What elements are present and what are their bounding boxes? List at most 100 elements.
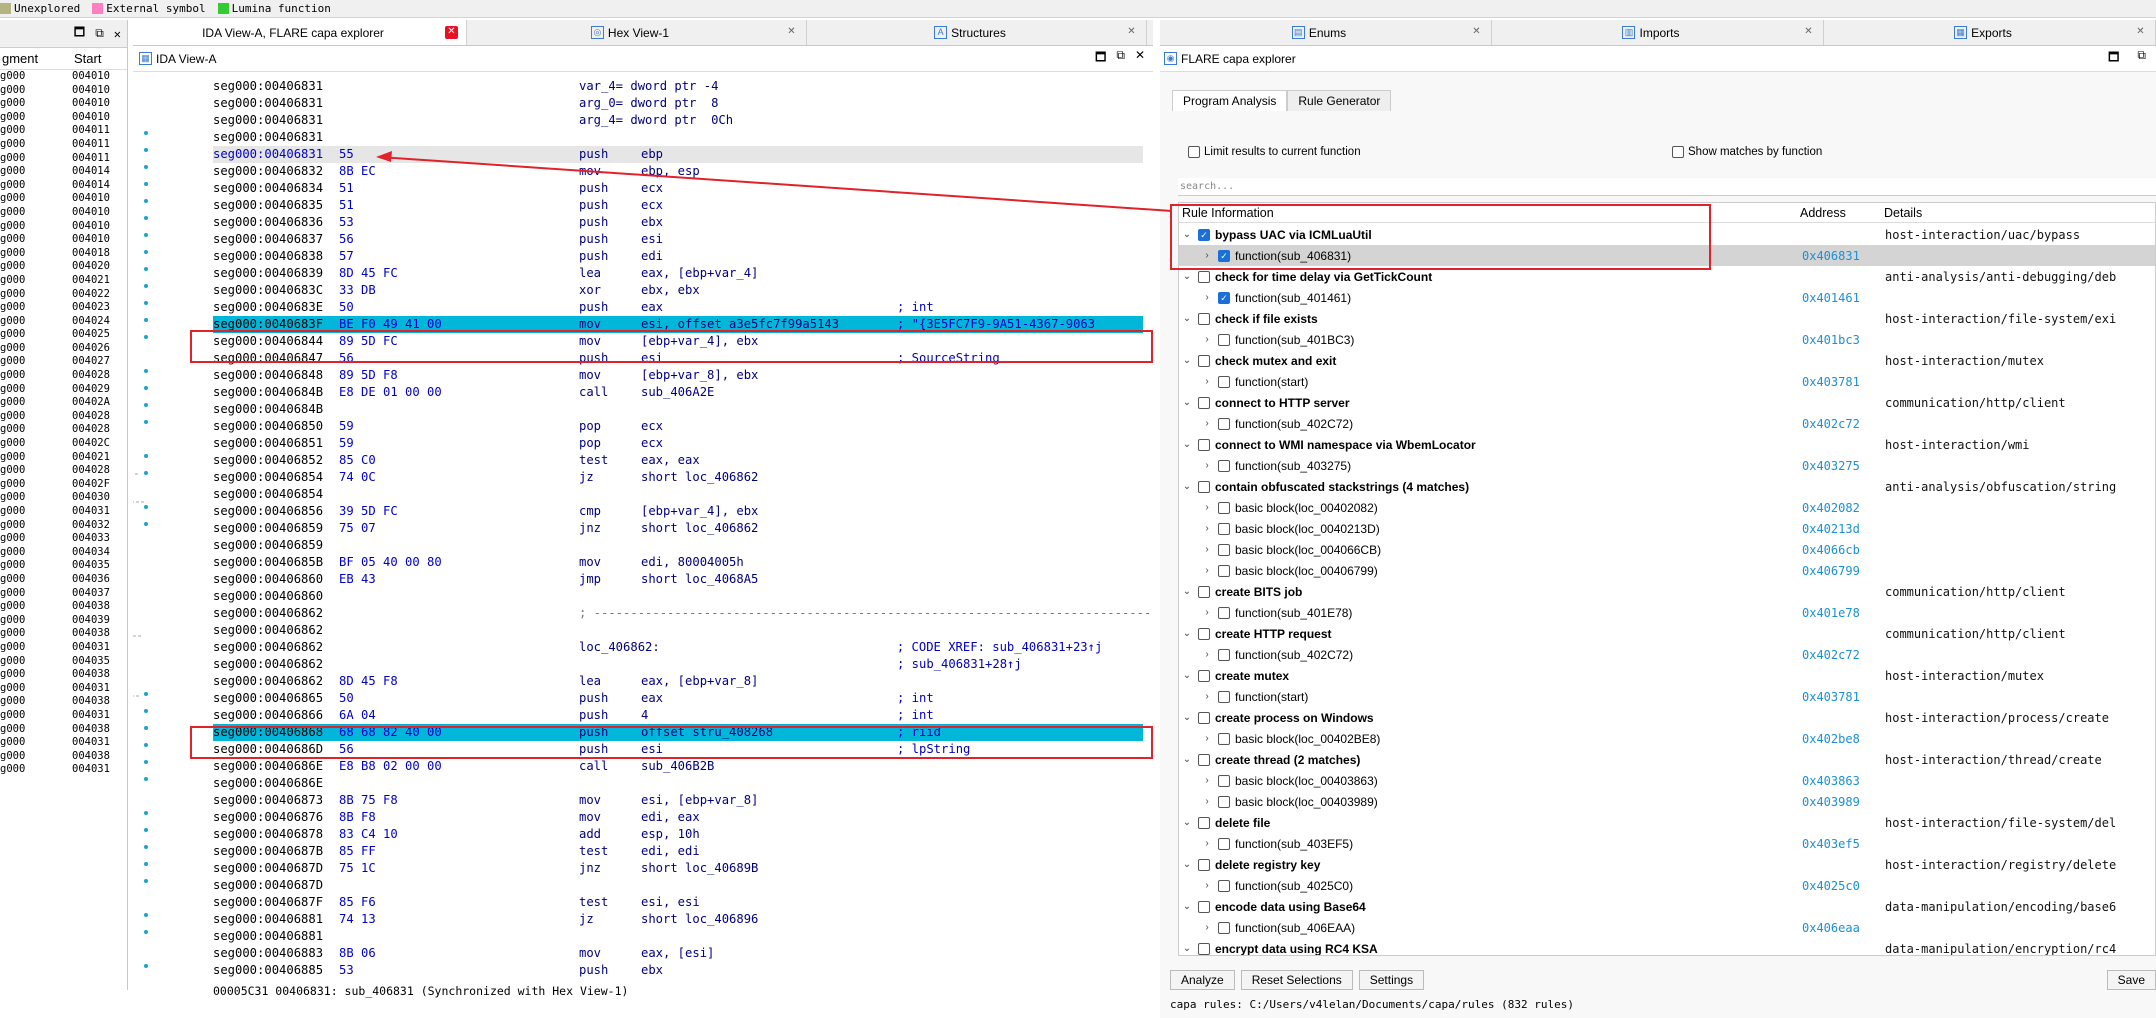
tab-right2[interactable]: ▦ Exports ✕ xyxy=(1824,20,2156,45)
float-icon[interactable]: ⧉ xyxy=(2137,48,2146,69)
tab-close-icon[interactable]: ✕ xyxy=(445,26,458,39)
tree-row[interactable]: ⌄ create process on Windows host-interacti… xyxy=(1179,707,2155,728)
disasm-line[interactable]: seg000:00406860 xyxy=(213,588,1143,605)
segment-row[interactable]: g000 004028 xyxy=(0,464,127,478)
disasm-line[interactable]: seg000:00406873 8B 75 F8 mov esi, [ebp+var_… xyxy=(213,792,1143,809)
tree-row[interactable]: ⌄ check if file exists host-interaction/fi… xyxy=(1179,308,2155,329)
maximize-icon[interactable]: 🗖 xyxy=(1095,48,1106,69)
rule-address[interactable]: 0x403989 xyxy=(1802,795,1860,809)
disasm-line[interactable]: seg000:00406832 8B EC mov ebp, esp xyxy=(213,163,1143,180)
tree-row[interactable]: ⌄ delete registry key host-interaction/reg… xyxy=(1179,854,2155,875)
rule-checkbox[interactable] xyxy=(1198,711,1210,724)
rule-address[interactable]: 0x406eaa xyxy=(1802,921,1860,935)
rule-address[interactable]: 0x402c72 xyxy=(1802,648,1860,662)
disasm-line[interactable]: seg000:00406862 ; sub_406831+28↑j xyxy=(213,656,1143,673)
maximize-icon[interactable]: 🗖 xyxy=(2108,48,2119,69)
chevron-down-icon[interactable]: ⌄ xyxy=(1181,670,1193,681)
segment-row[interactable]: g000 004027 xyxy=(0,355,127,369)
rule-checkbox[interactable] xyxy=(1218,606,1230,619)
disasm-line[interactable]: seg000:00406860 EB 43 jmp short loc_4068A5 xyxy=(213,571,1143,588)
tree-row[interactable]: ⌄ connect to HTTP server communication/htt… xyxy=(1179,392,2155,413)
segment-row[interactable]: g000 004029 xyxy=(0,383,127,397)
rule-address[interactable]: 0x402c72 xyxy=(1802,417,1860,431)
disasm-line[interactable]: seg000:00406865 50 push eax ; int xyxy=(213,690,1143,707)
chevron-right-icon[interactable]: › xyxy=(1201,544,1213,555)
rule-checkbox[interactable]: ✓ xyxy=(1218,291,1230,304)
tree-row[interactable]: ⌄ encrypt data using RC4 KSA data-manipula… xyxy=(1179,938,2155,956)
chevron-right-icon[interactable]: › xyxy=(1201,376,1213,387)
tree-row[interactable]: › basic block(loc_00402BE8) 0x402be8 xyxy=(1179,728,2155,749)
chevron-down-icon[interactable]: ⌄ xyxy=(1181,481,1193,492)
tree-row[interactable]: ⌄ check mutex and exit host-interaction/mu… xyxy=(1179,350,2155,371)
segment-row[interactable]: g000 004010 xyxy=(0,111,127,125)
disasm-line[interactable]: seg000:0040686E xyxy=(213,775,1143,792)
segment-row[interactable]: g000 004031 xyxy=(0,736,127,750)
rule-checkbox[interactable] xyxy=(1198,396,1210,409)
rule-checkbox[interactable] xyxy=(1198,753,1210,766)
rule-checkbox[interactable] xyxy=(1198,480,1210,493)
chevron-right-icon[interactable]: › xyxy=(1201,292,1213,303)
chevron-down-icon[interactable]: ⌄ xyxy=(1181,628,1193,639)
disasm-line[interactable]: seg000:0040683C 33 DB xor ebx, ebx xyxy=(213,282,1143,299)
tree-row[interactable]: › basic block(loc_00403863) 0x403863 xyxy=(1179,770,2155,791)
segment-row[interactable]: g000 004038 xyxy=(0,723,127,737)
segment-row[interactable]: g000 004035 xyxy=(0,655,127,669)
chevron-right-icon[interactable]: › xyxy=(1201,607,1213,618)
rule-checkbox[interactable] xyxy=(1218,837,1230,850)
segment-row[interactable]: g000 004039 xyxy=(0,614,127,628)
tree-row[interactable]: › function(sub_402C72) 0x402c72 xyxy=(1179,413,2155,434)
tree-row[interactable]: ⌄ delete file host-interaction/file-system… xyxy=(1179,812,2155,833)
rule-address[interactable]: 0x4066cb xyxy=(1802,543,1860,557)
disasm-line[interactable]: seg000:0040687B 85 FF test edi, edi xyxy=(213,843,1143,860)
rule-checkbox[interactable] xyxy=(1218,690,1230,703)
segment-row[interactable]: g000 004038 xyxy=(0,695,127,709)
disasm-line[interactable]: seg000:0040687D xyxy=(213,877,1143,894)
rule-checkbox[interactable] xyxy=(1218,648,1230,661)
rule-address[interactable]: 0x403275 xyxy=(1802,459,1860,473)
rule-checkbox[interactable] xyxy=(1198,585,1210,598)
segment-row[interactable]: g000 004034 xyxy=(0,546,127,560)
rule-results-tree[interactable]: Rule Information Address Details ⌄ ✓ bypas… xyxy=(1178,202,2156,956)
disasm-line[interactable]: seg000:00406837 56 push esi xyxy=(213,231,1143,248)
disasm-line[interactable]: seg000:0040687F 85 F6 test esi, esi xyxy=(213,894,1143,911)
chevron-down-icon[interactable]: ⌄ xyxy=(1181,901,1193,912)
tree-row[interactable]: ⌄ create HTTP request communication/http/c… xyxy=(1179,623,2155,644)
tab-rule-generator[interactable]: Rule Generator xyxy=(1287,90,1392,111)
disasm-line[interactable]: seg000:00406859 xyxy=(213,537,1143,554)
rule-address[interactable]: 0x401bc3 xyxy=(1802,333,1860,347)
segment-row[interactable]: g000 00402C xyxy=(0,437,127,451)
tab-close-icon[interactable]: ✕ xyxy=(1125,26,1138,39)
tree-row[interactable]: ⌄ connect to WMI namespace via WbemLocato… xyxy=(1179,434,2155,455)
tab-close-icon[interactable]: ✕ xyxy=(2134,26,2147,39)
limit-results-checkbox[interactable] xyxy=(1188,146,1200,158)
rule-checkbox[interactable] xyxy=(1198,669,1210,682)
rule-checkbox[interactable] xyxy=(1218,375,1230,388)
rule-checkbox[interactable] xyxy=(1218,879,1230,892)
tree-row[interactable]: › function(sub_401E78) 0x401e78 xyxy=(1179,602,2155,623)
chevron-right-icon[interactable]: › xyxy=(1201,649,1213,660)
rule-address[interactable]: 0x401461 xyxy=(1802,291,1860,305)
disasm-line[interactable]: seg000:00406881 74 13 jz short loc_406896 xyxy=(213,911,1143,928)
disasm-line[interactable]: seg000:00406878 83 C4 10 add esp, 10h xyxy=(213,826,1143,843)
disasm-line[interactable]: seg000:00406859 75 07 jnz short loc_406862 xyxy=(213,520,1143,537)
tree-row[interactable]: › basic block(loc_0040213D) 0x40213d xyxy=(1179,518,2155,539)
chevron-right-icon[interactable]: › xyxy=(1201,523,1213,534)
segment-row[interactable]: g000 004023 xyxy=(0,301,127,315)
disasm-line[interactable]: seg000:00406856 39 5D FC cmp [ebp+var_4], e… xyxy=(213,503,1143,520)
disasm-line[interactable]: seg000:00406881 xyxy=(213,928,1143,945)
tree-row[interactable]: › function(sub_403EF5) 0x403ef5 xyxy=(1179,833,2155,854)
segment-row[interactable]: g000 004010 xyxy=(0,84,127,98)
disasm-line[interactable]: seg000:00406831 xyxy=(213,129,1143,146)
rule-checkbox[interactable] xyxy=(1218,522,1230,535)
segments-col-start[interactable]: Start xyxy=(72,51,122,66)
chevron-right-icon[interactable]: › xyxy=(1201,796,1213,807)
segment-row[interactable]: g000 004031 xyxy=(0,505,127,519)
tree-row[interactable]: › basic block(loc_00403989) 0x403989 xyxy=(1179,791,2155,812)
rule-checkbox[interactable] xyxy=(1218,417,1230,430)
segment-row[interactable]: g000 004037 xyxy=(0,587,127,601)
rule-checkbox[interactable] xyxy=(1218,333,1230,346)
tab-close-icon[interactable]: ✕ xyxy=(785,26,798,39)
disasm-line[interactable]: seg000:0040687D 75 1C jnz short loc_40689B xyxy=(213,860,1143,877)
disasm-line[interactable]: seg000:00406835 51 push ecx xyxy=(213,197,1143,214)
segment-row[interactable]: g000 004031 xyxy=(0,641,127,655)
